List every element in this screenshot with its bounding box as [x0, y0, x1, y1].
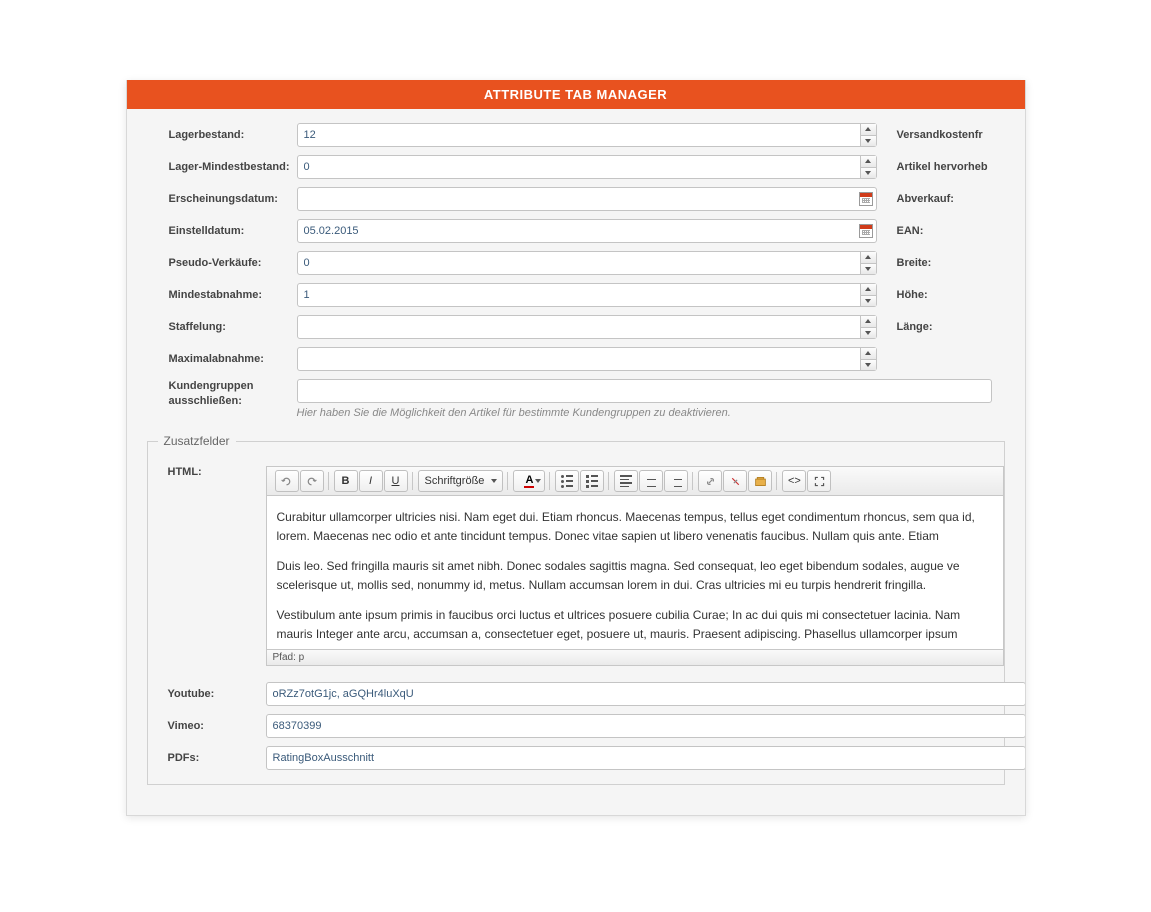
- fieldset-zusatzfelder: Zusatzfelder HTML: B I: [147, 441, 1005, 785]
- row-lagermindest: Lager-Mindestbestand: Artikel hervorheb: [127, 151, 1025, 183]
- input-einstelldatum[interactable]: [297, 219, 877, 243]
- label-lagermindest: Lager-Mindestbestand:: [127, 161, 297, 173]
- spinner-lagerbestand[interactable]: [860, 124, 876, 146]
- row-erscheinungsdatum: Erscheinungsdatum: Abverkauf:: [127, 183, 1025, 215]
- row-einstelldatum: Einstelldatum: EAN:: [127, 215, 1025, 247]
- unlink-button[interactable]: [723, 470, 747, 492]
- label-lagerbestand: Lagerbestand:: [127, 129, 297, 141]
- input-youtube[interactable]: [266, 682, 1026, 706]
- spinner-maximalabnahme[interactable]: [860, 348, 876, 370]
- input-maximalabnahme[interactable]: [297, 347, 877, 371]
- input-kundengruppen[interactable]: [297, 379, 992, 403]
- label-html: HTML:: [148, 466, 266, 478]
- row-vimeo: Vimeo:: [148, 710, 1004, 742]
- input-erscheinungsdatum[interactable]: [297, 187, 877, 211]
- fontsize-select[interactable]: Schriftgröße: [418, 470, 504, 492]
- label-pdfs: PDFs:: [148, 752, 266, 764]
- input-vimeo[interactable]: [266, 714, 1026, 738]
- label-mindestabnahme: Mindestabnahme:: [127, 289, 297, 301]
- editor-status: Pfad: p: [266, 650, 1004, 666]
- input-staffelung[interactable]: [297, 315, 877, 339]
- row-staffelung: Staffelung: Länge:: [127, 311, 1025, 343]
- spinner-up-icon[interactable]: [861, 316, 876, 328]
- main-form: Lagerbestand: Versandkostenfr Lager-Mind…: [127, 109, 1025, 815]
- spinner-up-icon[interactable]: [861, 124, 876, 136]
- input-mindestabnahme[interactable]: [297, 283, 877, 307]
- calendar-icon[interactable]: [859, 192, 873, 206]
- spinner-up-icon[interactable]: [861, 252, 876, 264]
- titlebar: ATTRIBUTE TAB MANAGER: [127, 80, 1025, 109]
- row-pdfs: PDFs:: [148, 742, 1004, 774]
- undo-button[interactable]: [275, 470, 299, 492]
- spinner-mindestabnahme[interactable]: [860, 284, 876, 306]
- spinner-down-icon[interactable]: [861, 264, 876, 275]
- row-kundengruppen: Kundengruppen ausschließen: Hier haben S…: [127, 375, 1025, 423]
- label-maximalabnahme: Maximalabnahme:: [127, 353, 297, 365]
- label-breite: Breite:: [877, 257, 1017, 269]
- editor-toolbar: B I U Schriftgröße A: [266, 466, 1004, 495]
- fontcolor-button[interactable]: A: [513, 470, 545, 492]
- row-youtube: Youtube:: [148, 678, 1004, 710]
- number-list-button[interactable]: [580, 470, 604, 492]
- link-button[interactable]: [698, 470, 722, 492]
- redo-button[interactable]: [300, 470, 324, 492]
- label-einstelldatum: Einstelldatum:: [127, 225, 297, 237]
- spinner-down-icon[interactable]: [861, 296, 876, 307]
- align-left-button[interactable]: [614, 470, 638, 492]
- spinner-up-icon[interactable]: [861, 284, 876, 296]
- window: ATTRIBUTE TAB MANAGER Lagerbestand: Vers…: [126, 80, 1026, 816]
- label-staffelung: Staffelung:: [127, 321, 297, 333]
- source-button[interactable]: <>: [782, 470, 806, 492]
- label-hoehe: Höhe:: [877, 289, 1017, 301]
- label-kundengruppen: Kundengruppen ausschließen:: [127, 379, 297, 410]
- calendar-icon[interactable]: [859, 224, 873, 238]
- label-vimeo: Vimeo:: [148, 720, 266, 732]
- spinner-up-icon[interactable]: [861, 348, 876, 360]
- label-abverkauf: Abverkauf:: [877, 193, 1017, 205]
- spinner-down-icon[interactable]: [861, 360, 876, 371]
- label-artikelhervorheben: Artikel hervorheb: [877, 161, 1017, 173]
- row-lagerbestand: Lagerbestand: Versandkostenfr: [127, 119, 1025, 151]
- input-lagermindest[interactable]: [297, 155, 877, 179]
- italic-button[interactable]: I: [359, 470, 383, 492]
- fullscreen-button[interactable]: [807, 470, 831, 492]
- media-button[interactable]: [748, 470, 772, 492]
- label-laenge: Länge:: [877, 321, 1017, 333]
- editor-content[interactable]: Curabitur ullamcorper ultricies nisi. Na…: [266, 495, 1004, 650]
- spinner-up-icon[interactable]: [861, 156, 876, 168]
- row-pseudoverkaeufe: Pseudo-Verkäufe: Breite:: [127, 247, 1025, 279]
- hint-kundengruppen: Hier haben Sie die Möglichkeit den Artik…: [297, 403, 992, 419]
- underline-button[interactable]: U: [384, 470, 408, 492]
- row-html: HTML: B I U: [148, 462, 1004, 670]
- bullet-list-button[interactable]: [555, 470, 579, 492]
- spinner-staffelung[interactable]: [860, 316, 876, 338]
- editor-p1: Curabitur ullamcorper ultricies nisi. Na…: [277, 508, 993, 545]
- label-versandkostenfrei: Versandkostenfr: [877, 129, 1017, 141]
- editor-p3: Vestibulum ante ipsum primis in faucibus…: [277, 606, 993, 643]
- editor-p2: Duis leo. Sed fringilla mauris sit amet …: [277, 557, 993, 594]
- label-ean: EAN:: [877, 225, 1017, 237]
- spinner-lagermindest[interactable]: [860, 156, 876, 178]
- input-pseudoverkaeufe[interactable]: [297, 251, 877, 275]
- spinner-down-icon[interactable]: [861, 136, 876, 147]
- label-erscheinungsdatum: Erscheinungsdatum:: [127, 193, 297, 205]
- input-lagerbestand[interactable]: [297, 123, 877, 147]
- spinner-down-icon[interactable]: [861, 328, 876, 339]
- spinner-pseudoverkaeufe[interactable]: [860, 252, 876, 274]
- legend-zusatzfelder: Zusatzfelder: [158, 434, 236, 448]
- align-right-button[interactable]: [664, 470, 688, 492]
- input-pdfs[interactable]: [266, 746, 1026, 770]
- spinner-down-icon[interactable]: [861, 168, 876, 179]
- bold-button[interactable]: B: [334, 470, 358, 492]
- row-mindestabnahme: Mindestabnahme: Höhe:: [127, 279, 1025, 311]
- label-youtube: Youtube:: [148, 688, 266, 700]
- label-pseudoverkaeufe: Pseudo-Verkäufe:: [127, 257, 297, 269]
- align-center-button[interactable]: [639, 470, 663, 492]
- row-maximalabnahme: Maximalabnahme:: [127, 343, 1025, 375]
